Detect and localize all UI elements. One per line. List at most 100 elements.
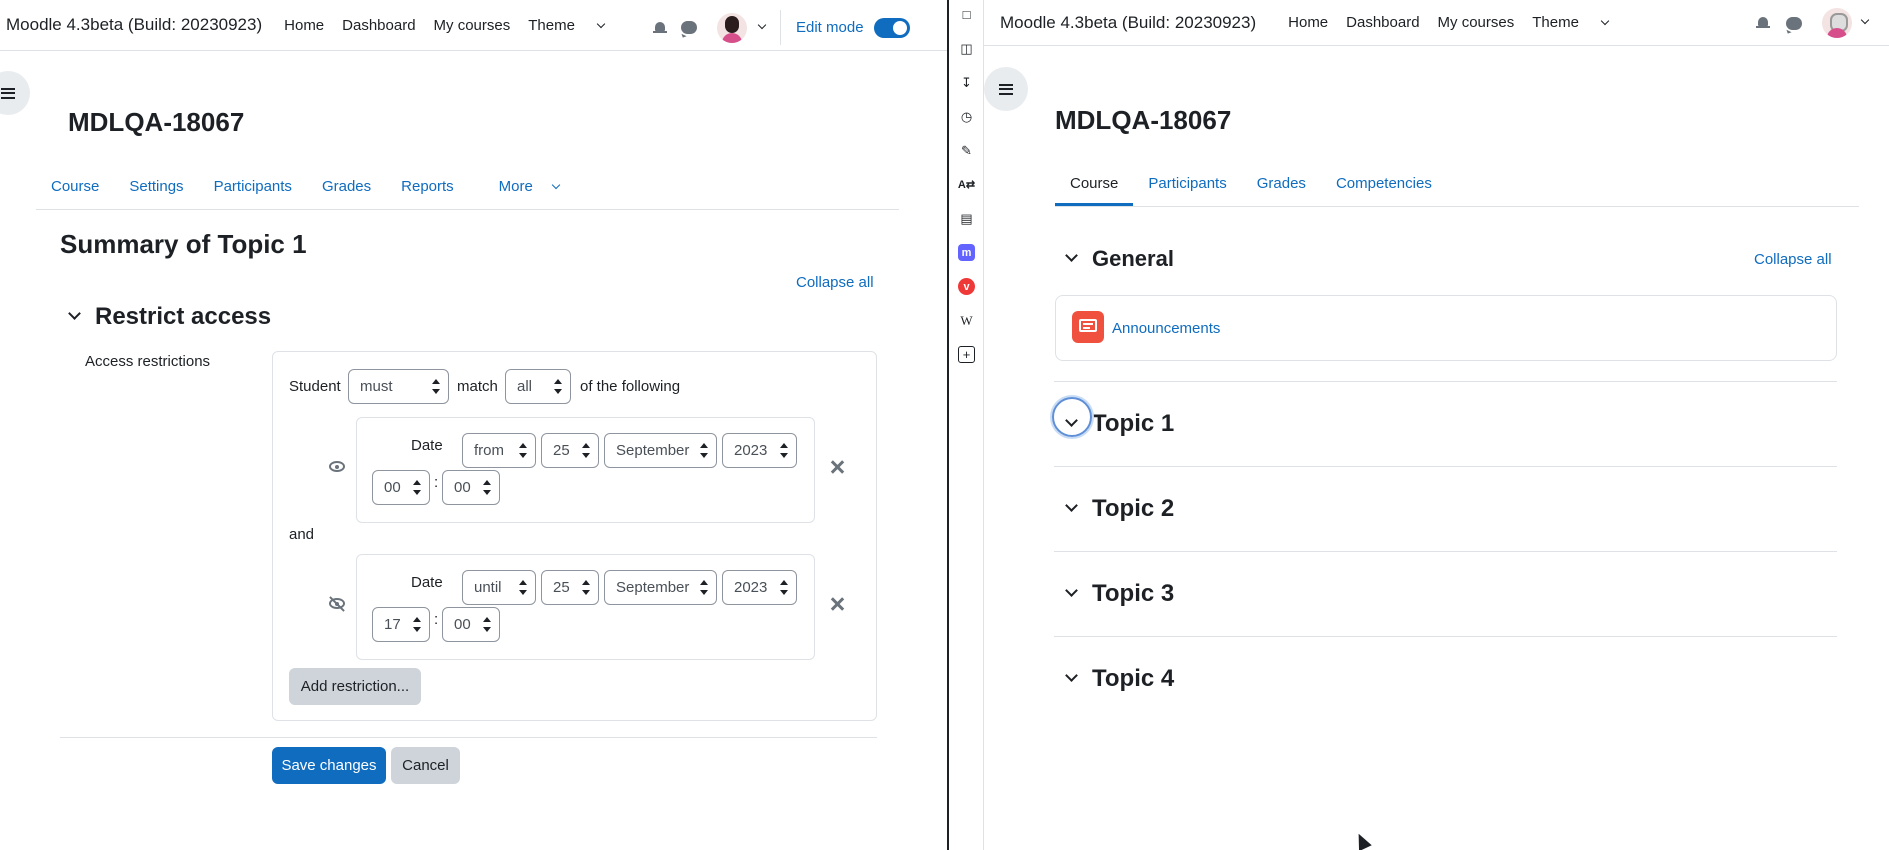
wikipedia-icon[interactable]: W: [958, 312, 975, 329]
year-select[interactable]: 2023: [722, 433, 797, 468]
site-brand[interactable]: Moodle 4.3beta (Build: 20230923): [0, 15, 262, 35]
year-value: 2023: [734, 579, 768, 596]
download-icon[interactable]: ↧: [958, 74, 975, 91]
year-value: 2023: [734, 442, 768, 459]
tab-grades[interactable]: Grades: [1242, 175, 1321, 206]
chevron-down-icon: [1065, 498, 1078, 512]
topic-section[interactable]: Topic 2: [1054, 466, 1837, 551]
course-index-button[interactable]: [0, 71, 30, 115]
match-label: match: [457, 378, 498, 395]
general-section-header[interactable]: General: [1065, 246, 1174, 272]
course-title: MDLQA-18067: [1055, 105, 1232, 135]
date-label: Date: [411, 574, 443, 591]
eye-slash-icon[interactable]: [329, 598, 345, 609]
edit-icon[interactable]: ✎: [958, 142, 975, 159]
cancel-button[interactable]: Cancel: [391, 747, 460, 784]
topic-title: Topic 3: [1092, 580, 1175, 607]
month-select[interactable]: September: [604, 570, 717, 605]
nav-my-courses[interactable]: My courses: [434, 17, 511, 34]
topic-section[interactable]: Topic 1: [1054, 381, 1837, 466]
direction-value: from: [474, 442, 504, 459]
add-panel-icon[interactable]: +: [958, 346, 975, 363]
nav-dashboard[interactable]: Dashboard: [1346, 14, 1419, 31]
primary-nav: Home Dashboard My courses Theme: [1288, 14, 1626, 31]
bell-icon[interactable]: [1756, 16, 1770, 30]
day-value: 25: [553, 442, 570, 459]
chat-icon[interactable]: [1786, 16, 1802, 30]
secondary-nav: Course Participants Grades Competencies: [1055, 165, 1859, 207]
divider: [60, 737, 877, 738]
top-navbar: Moodle 4.3beta (Build: 20230923) Home Da…: [0, 0, 947, 51]
translate-icon[interactable]: A⇄: [958, 176, 975, 193]
day-value: 25: [553, 579, 570, 596]
history-icon[interactable]: ◷: [958, 108, 975, 125]
chevron-down-icon[interactable]: [757, 20, 767, 29]
tab-participants[interactable]: Participants: [199, 178, 307, 209]
secondary-nav: Course Settings Participants Grades Repo…: [36, 168, 899, 210]
date-label: Date: [411, 437, 443, 454]
bookmark-icon[interactable]: □: [958, 6, 975, 23]
nav-theme[interactable]: Theme: [1532, 14, 1610, 31]
site-brand[interactable]: Moodle 4.3beta (Build: 20230923): [984, 13, 1256, 33]
all-select[interactable]: all: [505, 369, 571, 404]
mastodon-icon[interactable]: m: [958, 244, 975, 261]
add-restriction-button[interactable]: Add restriction...: [289, 668, 421, 705]
tab-grades[interactable]: Grades: [307, 178, 386, 209]
nav-home[interactable]: Home: [1288, 14, 1328, 31]
must-select[interactable]: must: [348, 369, 449, 404]
eye-icon[interactable]: [329, 461, 345, 472]
hour-select[interactable]: 00: [372, 470, 430, 505]
nav-my-courses[interactable]: My courses: [1438, 14, 1515, 31]
save-changes-button[interactable]: Save changes: [272, 747, 386, 784]
direction-select[interactable]: until: [462, 570, 536, 605]
vivaldi-icon[interactable]: v: [958, 278, 975, 295]
chevron-down-icon: [1065, 248, 1078, 262]
delete-condition-icon[interactable]: [830, 597, 844, 611]
nav-theme[interactable]: Theme: [528, 17, 606, 34]
avatar[interactable]: [1822, 8, 1852, 38]
collapse-all-link[interactable]: Collapse all: [796, 274, 874, 291]
restrictions-container: [272, 351, 877, 721]
page-heading: Summary of Topic 1: [60, 229, 307, 259]
topic-section[interactable]: Topic 3: [1054, 551, 1837, 636]
chevron-down-icon[interactable]: [1860, 15, 1870, 25]
tab-competencies[interactable]: Competencies: [1321, 175, 1447, 206]
edit-mode-label: Edit mode: [796, 19, 864, 36]
minute-select[interactable]: 00: [442, 607, 500, 642]
chevron-down-icon: [68, 306, 81, 320]
day-select[interactable]: 25: [541, 570, 599, 605]
all-select-value: all: [517, 378, 533, 395]
student-label: Student: [289, 378, 341, 395]
direction-select[interactable]: from: [462, 433, 536, 468]
chat-icon[interactable]: [681, 21, 697, 34]
course-title: MDLQA-18067: [68, 107, 245, 137]
nav-home[interactable]: Home: [284, 17, 324, 34]
reader-icon[interactable]: ◫: [958, 40, 975, 57]
tab-course[interactable]: Course: [36, 178, 114, 209]
minute-select[interactable]: 00: [442, 470, 500, 505]
day-select[interactable]: 25: [541, 433, 599, 468]
restrict-access-header[interactable]: Restrict access: [68, 303, 271, 331]
collapse-all-link[interactable]: Collapse all: [1754, 251, 1832, 268]
tab-more[interactable]: More: [469, 178, 574, 209]
announcements-link[interactable]: Announcements: [1112, 320, 1220, 337]
window-icon[interactable]: ▤: [958, 210, 975, 227]
hour-select[interactable]: 17: [372, 607, 430, 642]
topic-section[interactable]: Topic 4: [1054, 636, 1837, 721]
delete-condition-icon[interactable]: [830, 460, 844, 474]
nav-dashboard[interactable]: Dashboard: [342, 17, 415, 34]
course-index-button[interactable]: [984, 67, 1028, 111]
tab-participants[interactable]: Participants: [1133, 175, 1241, 206]
top-navbar: Moodle 4.3beta (Build: 20230923) Home Da…: [984, 0, 1889, 46]
tab-reports[interactable]: Reports: [386, 178, 469, 209]
bell-icon[interactable]: [653, 21, 667, 35]
time-separator: :: [434, 611, 439, 628]
edit-mode-toggle[interactable]: [873, 17, 910, 38]
avatar[interactable]: [717, 12, 747, 43]
tab-course[interactable]: Course: [1055, 175, 1134, 206]
tab-settings[interactable]: Settings: [114, 178, 198, 209]
and-label: and: [289, 526, 315, 543]
hour-value: 00: [384, 479, 401, 496]
year-select[interactable]: 2023: [722, 570, 797, 605]
month-select[interactable]: September: [604, 433, 717, 468]
